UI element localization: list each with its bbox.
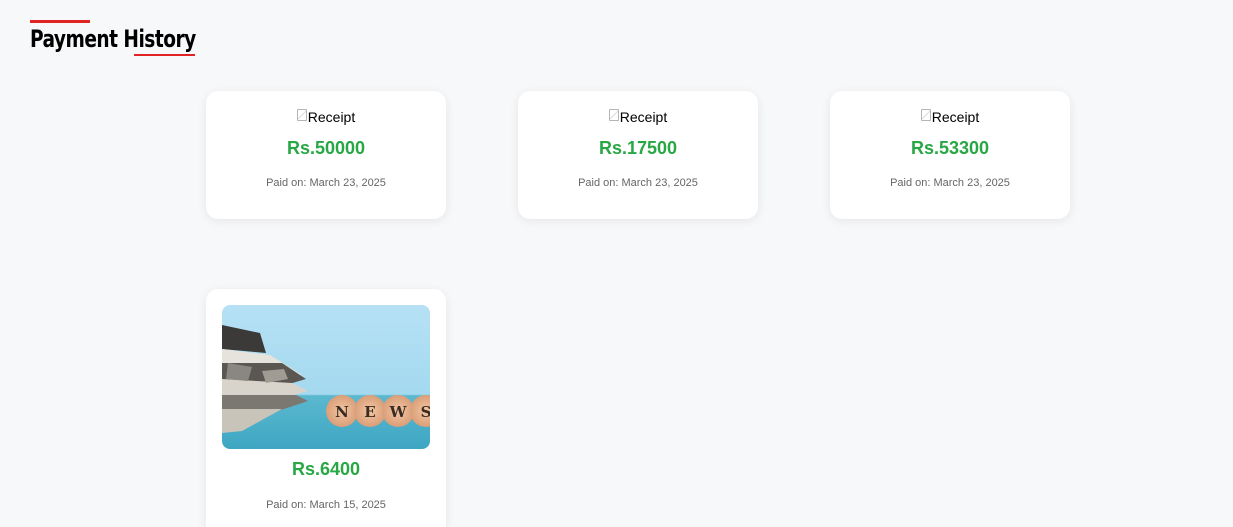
svg-text:W: W bbox=[389, 403, 408, 421]
broken-image-icon bbox=[920, 109, 931, 121]
receipt-image[interactable]: Receipt bbox=[206, 109, 446, 125]
receipt-photo[interactable]: N E W S bbox=[222, 305, 430, 449]
newspaper-news-photo: N E W S bbox=[222, 305, 430, 449]
receipt-image[interactable]: Receipt bbox=[830, 109, 1070, 125]
receipt-image[interactable]: Receipt bbox=[518, 109, 758, 125]
title-accent-top bbox=[30, 20, 90, 23]
payment-card: N E W S Rs.6400 Paid on: March 15, 2025 bbox=[206, 289, 446, 527]
receipt-alt-text: Receipt bbox=[619, 109, 668, 125]
receipt-alt-text: Receipt bbox=[307, 109, 356, 125]
page-title: Payment History bbox=[30, 25, 196, 53]
title-accent-bottom bbox=[134, 54, 195, 56]
payment-date: Paid on: March 23, 2025 bbox=[890, 177, 1010, 189]
payment-history-page: Payment History Receipt Rs.50000 Paid on… bbox=[0, 0, 1233, 527]
payment-date: Paid on: March 23, 2025 bbox=[578, 177, 698, 189]
payment-amount: Rs.6400 bbox=[291, 459, 361, 479]
broken-image-icon bbox=[296, 109, 307, 121]
payment-amount: Rs.17500 bbox=[598, 138, 678, 158]
receipt-alt-text: Receipt bbox=[931, 109, 980, 125]
payment-card: Receipt Rs.53300 Paid on: March 23, 2025 bbox=[830, 91, 1070, 219]
svg-text:S: S bbox=[421, 403, 430, 421]
svg-text:E: E bbox=[364, 403, 375, 421]
payment-amount: Rs.53300 bbox=[910, 138, 990, 158]
broken-image-icon bbox=[608, 109, 619, 121]
svg-text:N: N bbox=[335, 403, 349, 421]
payment-amount: Rs.50000 bbox=[286, 138, 366, 158]
payment-date: Paid on: March 23, 2025 bbox=[266, 177, 386, 189]
payment-date: Paid on: March 15, 2025 bbox=[266, 499, 386, 511]
payment-card: Receipt Rs.50000 Paid on: March 23, 2025 bbox=[206, 91, 446, 219]
payment-card: Receipt Rs.17500 Paid on: March 23, 2025 bbox=[518, 91, 758, 219]
